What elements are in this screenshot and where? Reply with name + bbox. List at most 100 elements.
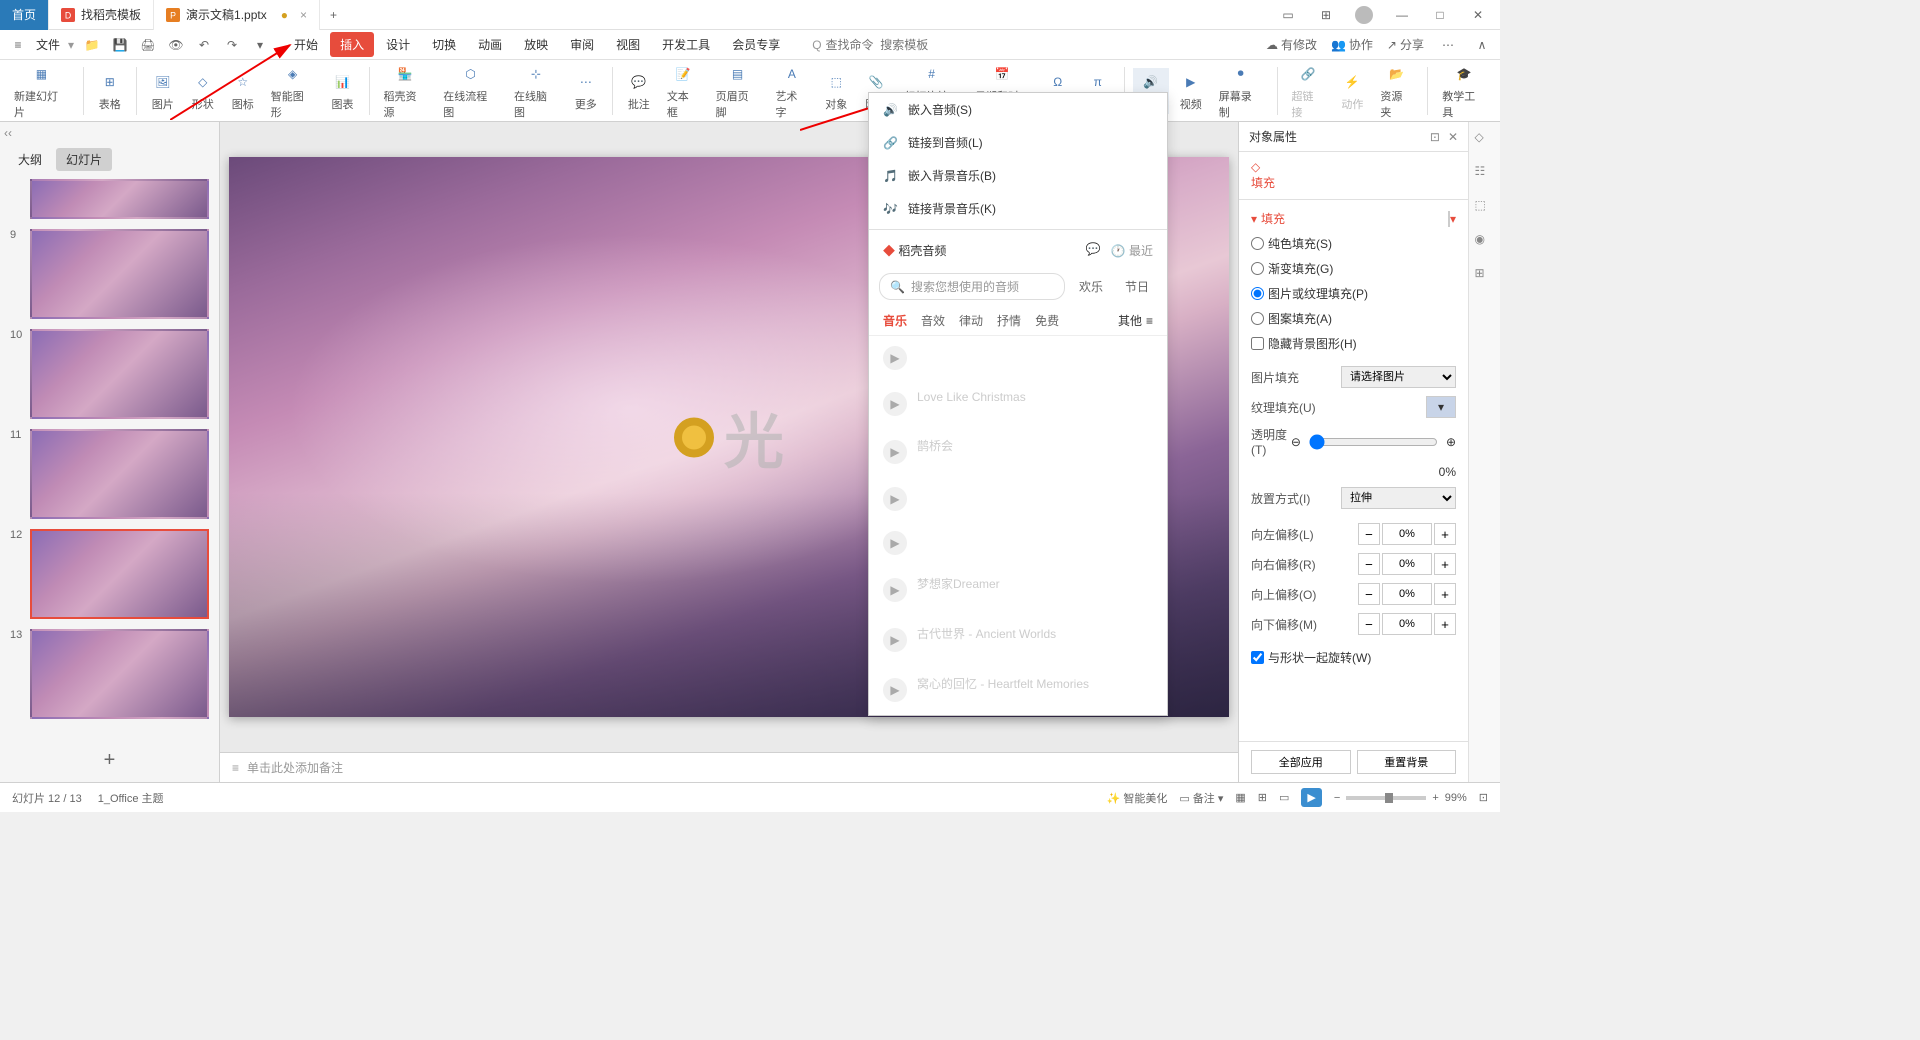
menu-tab-view[interactable]: 视图	[606, 32, 650, 57]
tab-add[interactable]: +	[320, 8, 347, 22]
rail-btn-2[interactable]: ☷	[1475, 164, 1495, 184]
ribbon-hyperlink[interactable]: 🔗超链接	[1286, 60, 1331, 122]
ribbon-textbox[interactable]: 📝文本框	[661, 60, 706, 122]
menu-tab-vip[interactable]: 会员专享	[722, 32, 790, 57]
dd-link-bgm[interactable]: 🎶链接背景音乐(K)	[869, 192, 1167, 225]
zoom-value[interactable]: 99%	[1445, 792, 1467, 804]
offset-down-input[interactable]	[1382, 613, 1432, 635]
ribbon-picture[interactable]: 🖼图片	[145, 68, 181, 114]
reset-bg-button[interactable]: 重置背景	[1357, 750, 1457, 774]
play-icon[interactable]: ▶	[883, 440, 907, 464]
cat-more[interactable]: 其他 ≡	[1118, 312, 1153, 329]
dd-embed-bgm[interactable]: 🎵嵌入背景音乐(B)	[869, 159, 1167, 192]
file-menu[interactable]: 文件	[36, 36, 60, 53]
offset-up-input[interactable]	[1382, 583, 1432, 605]
offset-right-input[interactable]	[1382, 553, 1432, 575]
outline-tab[interactable]: 大纲	[8, 148, 52, 171]
menu-tab-animation[interactable]: 动画	[468, 32, 512, 57]
ribbon-more[interactable]: ⋯更多	[568, 68, 604, 114]
redo-icon[interactable]: ↷	[222, 35, 242, 55]
chip-happy[interactable]: 欢乐	[1071, 275, 1111, 298]
tab-document[interactable]: P 演示文稿1.pptx ● ×	[154, 0, 320, 30]
minimize-button[interactable]: —	[1388, 1, 1416, 29]
menu-icon[interactable]: ≡	[8, 35, 28, 55]
play-icon[interactable]: ▶	[883, 487, 907, 511]
slide-thumb[interactable]: 9	[10, 229, 209, 319]
track-item[interactable]: ▶	[869, 521, 1167, 565]
notes-bar[interactable]: ≡ 单击此处添加备注	[220, 752, 1238, 782]
zoom-in[interactable]: +	[1432, 792, 1438, 804]
play-icon[interactable]: ▶	[883, 346, 907, 370]
recent-icon[interactable]: 🕐 最近	[1111, 242, 1153, 259]
cat-rhythm[interactable]: 律动	[959, 312, 983, 329]
dd-embed-audio[interactable]: 🔊嵌入音频(S)	[869, 93, 1167, 126]
preview-icon[interactable]: 👁	[166, 35, 186, 55]
ribbon-flowchart[interactable]: ⬡在线流程图	[437, 60, 504, 122]
radio-pattern[interactable]: 图案填充(A)	[1251, 310, 1456, 327]
status-beauty[interactable]: ✨ 智能美化	[1107, 790, 1168, 806]
add-slide-button[interactable]: +	[0, 739, 219, 782]
ribbon-comment[interactable]: 💬批注	[621, 68, 657, 114]
menu-tab-start[interactable]: 开始	[284, 32, 328, 57]
cat-music[interactable]: 音乐	[883, 312, 907, 329]
offset-up-dec[interactable]: −	[1358, 583, 1380, 605]
check-rotate[interactable]: 与形状一起旋转(W)	[1251, 649, 1456, 666]
slide-thumb[interactable]: 11	[10, 429, 209, 519]
ribbon-resource[interactable]: 📂资源夹	[1374, 60, 1419, 122]
play-icon[interactable]: ▶	[883, 392, 907, 416]
command-search[interactable]: Q	[812, 38, 945, 52]
radio-gradient[interactable]: 渐变填充(G)	[1251, 260, 1456, 277]
cat-free[interactable]: 免费	[1035, 312, 1059, 329]
pic-fill-select[interactable]: 请选择图片	[1341, 366, 1456, 388]
view-slideshow-icon[interactable]: ▶	[1301, 788, 1321, 807]
menu-tab-insert[interactable]: 插入	[330, 32, 374, 57]
ribbon-video[interactable]: ▶视频	[1173, 68, 1209, 114]
offset-left-dec[interactable]: −	[1358, 523, 1380, 545]
offset-up-inc[interactable]: +	[1434, 583, 1456, 605]
tab-close[interactable]: ×	[300, 8, 307, 22]
ribbon-new-slide[interactable]: ▦新建幻灯片	[8, 60, 75, 122]
pin-icon[interactable]: ⊡	[1430, 130, 1440, 144]
undo-icon[interactable]: ↶	[194, 35, 214, 55]
slide-thumb[interactable]	[10, 179, 209, 219]
rail-btn-5[interactable]: ⊞	[1475, 266, 1495, 286]
offset-left-input[interactable]	[1382, 523, 1432, 545]
play-icon[interactable]: ▶	[883, 628, 907, 652]
offset-right-dec[interactable]: −	[1358, 553, 1380, 575]
avatar-icon[interactable]	[1350, 1, 1378, 29]
ribbon-smartart[interactable]: ◈智能图形	[265, 60, 321, 122]
ribbon-mindmap[interactable]: ⊹在线脑图	[508, 60, 564, 122]
slide-thumb[interactable]: 10	[10, 329, 209, 419]
close-window-button[interactable]: ✕	[1464, 1, 1492, 29]
more-menu-icon[interactable]: ⋯	[1438, 35, 1458, 55]
ribbon-icons[interactable]: ☆图标	[225, 68, 261, 114]
ribbon-chart[interactable]: 📊图表	[325, 68, 361, 114]
panel-collapse[interactable]: ‹‹	[0, 122, 219, 144]
share-button[interactable]: ↗ 分享	[1387, 36, 1424, 53]
ribbon-object[interactable]: ⬚对象	[818, 68, 854, 114]
print-icon[interactable]: 🖨	[138, 35, 158, 55]
track-item[interactable]: ▶古代世界 - Ancient Worlds	[869, 615, 1167, 665]
track-item[interactable]: ▶梦想家Dreamer	[869, 565, 1167, 615]
offset-right-inc[interactable]: +	[1434, 553, 1456, 575]
tab-templates[interactable]: D 找稻壳模板	[49, 0, 154, 30]
maximize-button[interactable]: □	[1426, 1, 1454, 29]
opacity-minus[interactable]: ⊖	[1291, 435, 1301, 449]
layout-icon[interactable]: ▭	[1274, 1, 1302, 29]
track-item[interactable]: ▶	[869, 336, 1167, 380]
ribbon-docer[interactable]: 🏪稻壳资源	[378, 60, 434, 122]
chip-festival[interactable]: 节日	[1117, 275, 1157, 298]
opacity-plus[interactable]: ⊕	[1446, 435, 1456, 449]
ribbon-table[interactable]: ⊞表格	[92, 68, 128, 114]
play-icon[interactable]: ▶	[883, 578, 907, 602]
ribbon-teach[interactable]: 🎓教学工具	[1436, 60, 1492, 122]
view-sorter-icon[interactable]: ⊞	[1258, 791, 1267, 804]
feedback-icon[interactable]: 💬	[1086, 242, 1101, 259]
offset-down-inc[interactable]: +	[1434, 613, 1456, 635]
menu-tab-slideshow[interactable]: 放映	[514, 32, 558, 57]
tab-home[interactable]: 首页	[0, 0, 49, 30]
tile-select[interactable]: 拉伸	[1341, 487, 1456, 509]
texture-btn[interactable]: ▾	[1426, 396, 1456, 418]
more-qat-icon[interactable]: ▾	[250, 35, 270, 55]
slides-tab[interactable]: 幻灯片	[56, 148, 112, 171]
